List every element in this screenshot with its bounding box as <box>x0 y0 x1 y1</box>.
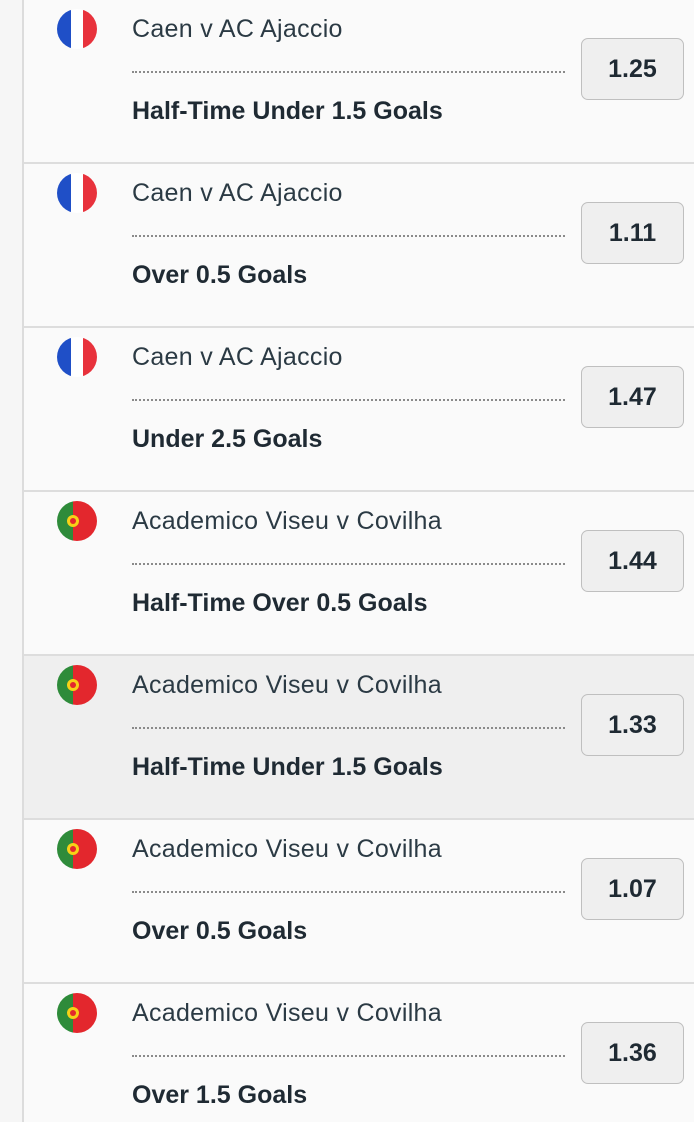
dotted-separator <box>132 399 565 401</box>
market-name: Under 2.5 Goals <box>132 425 323 453</box>
match-name: Academico Viseu v Covilha <box>132 999 442 1027</box>
market-name: Over 0.5 Goals <box>132 261 308 289</box>
dotted-separator <box>132 563 565 565</box>
match-name: Caen v AC Ajaccio <box>132 179 343 207</box>
dotted-separator <box>132 71 565 73</box>
portugal-flag-icon <box>57 993 97 1033</box>
portugal-flag-icon <box>57 665 97 705</box>
odds-button[interactable]: 1.36 <box>581 1022 684 1084</box>
market-name: Over 0.5 Goals <box>132 917 308 945</box>
selection-row[interactable]: Academico Viseu v Covilha Half-Time Unde… <box>24 656 694 820</box>
odds-button[interactable]: 1.07 <box>581 858 684 920</box>
match-name: Academico Viseu v Covilha <box>132 671 442 699</box>
portugal-flag-icon <box>57 829 97 869</box>
selection-row[interactable]: Caen v AC Ajaccio Half-Time Under 1.5 Go… <box>24 0 694 164</box>
dotted-separator <box>132 1055 565 1057</box>
match-name: Caen v AC Ajaccio <box>132 343 343 371</box>
market-name: Half-Time Over 0.5 Goals <box>132 589 428 617</box>
odds-button[interactable]: 1.11 <box>581 202 684 264</box>
selection-row[interactable]: Caen v AC Ajaccio Over 0.5 Goals 1.11 <box>24 164 694 328</box>
selection-row[interactable]: Academico Viseu v Covilha Over 0.5 Goals… <box>24 820 694 984</box>
market-name: Over 1.5 Goals <box>132 1081 308 1109</box>
france-flag-icon <box>57 9 97 49</box>
match-name: Academico Viseu v Covilha <box>132 835 442 863</box>
dotted-separator <box>132 891 565 893</box>
selection-row[interactable]: Caen v AC Ajaccio Under 2.5 Goals 1.47 <box>24 328 694 492</box>
market-name: Half-Time Under 1.5 Goals <box>132 97 443 125</box>
left-rail <box>0 0 22 1122</box>
france-flag-icon <box>57 337 97 377</box>
odds-button[interactable]: 1.33 <box>581 694 684 756</box>
bet-selection-list-page: Caen v AC Ajaccio Half-Time Under 1.5 Go… <box>0 0 694 1122</box>
selection-row[interactable]: Academico Viseu v Covilha Half-Time Over… <box>24 492 694 656</box>
selection-list: Caen v AC Ajaccio Half-Time Under 1.5 Go… <box>24 0 694 1122</box>
dotted-separator <box>132 727 565 729</box>
dotted-separator <box>132 235 565 237</box>
odds-button[interactable]: 1.44 <box>581 530 684 592</box>
match-name: Academico Viseu v Covilha <box>132 507 442 535</box>
portugal-flag-icon <box>57 501 97 541</box>
market-name: Half-Time Under 1.5 Goals <box>132 753 443 781</box>
france-flag-icon <box>57 173 97 213</box>
odds-button[interactable]: 1.25 <box>581 38 684 100</box>
odds-button[interactable]: 1.47 <box>581 366 684 428</box>
match-name: Caen v AC Ajaccio <box>132 15 343 43</box>
selection-row[interactable]: Academico Viseu v Covilha Over 1.5 Goals… <box>24 984 694 1122</box>
